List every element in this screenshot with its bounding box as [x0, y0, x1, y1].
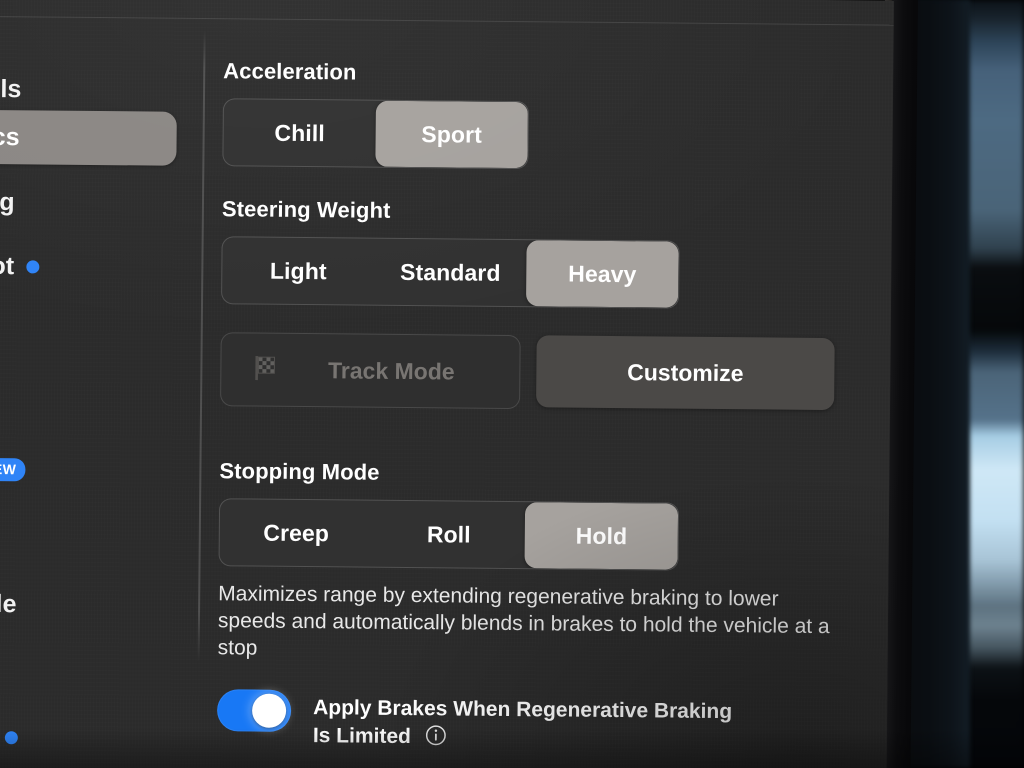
notification-dot-icon [26, 259, 40, 273]
settings-content: Acceleration Chill Sport Steering Weight… [216, 22, 874, 758]
toggle-knob [251, 693, 287, 728]
sidebar-item-label: ule [0, 589, 17, 618]
sidebar-item-label: ng [0, 187, 15, 216]
steering-weight-segmented-control[interactable]: Light Standard Heavy [221, 236, 680, 309]
acceleration-title: Acceleration [223, 58, 357, 85]
sidebar-item-autopilot[interactable]: lot [0, 239, 40, 293]
sidebar-item-label: ols [0, 74, 22, 103]
apply-brakes-label: Apply Brakes When Regenerative Braking I… [312, 696, 733, 749]
sidebar-item-schedule[interactable]: ule [0, 577, 17, 631]
stopping-mode-description: Maximizes range by extending regenerativ… [217, 582, 830, 660]
notification-dot-icon [4, 730, 18, 744]
apply-brakes-label-wrap: Apply Brakes When Regenerative Braking I… [313, 690, 744, 757]
sidebar: ics ols ng lot NEW y ule [0, 20, 192, 768]
apply-brakes-toggle[interactable] [216, 689, 292, 732]
acceleration-option-sport[interactable]: Sport [375, 100, 528, 169]
steering-weight-title: Steering Weight [221, 196, 391, 223]
sidebar-content-divider [197, 30, 206, 663]
stopping-option-hold[interactable]: Hold [524, 502, 679, 570]
steering-option-heavy[interactable]: Heavy [526, 240, 679, 308]
sidebar-item-charging[interactable]: ng [0, 175, 15, 229]
acceleration-segmented-control[interactable]: Chill Sport [222, 98, 529, 170]
stopping-mode-title: Stopping Mode [219, 458, 380, 485]
acceleration-option-chill[interactable]: Chill [223, 99, 376, 166]
sidebar-item-service[interactable]: e [0, 710, 18, 764]
steering-option-light[interactable]: Light [222, 237, 375, 304]
screenshot-root: ics ols ng lot NEW y ule [0, 0, 1024, 768]
track-mode-button[interactable]: Track Mode [220, 332, 521, 410]
customize-button[interactable]: Customize [536, 335, 835, 411]
track-mode-label: Track Mode [327, 356, 455, 384]
track-mode-row: Track Mode Customize [220, 332, 871, 412]
apply-brakes-row: Apply Brakes When Regenerative Braking I… [216, 689, 868, 758]
stopping-mode-segmented-control[interactable]: Creep Roll Hold [218, 498, 680, 571]
sidebar-item-label: lot [0, 251, 15, 280]
new-badge: NEW [0, 457, 26, 481]
sidebar-item-dynamics[interactable]: ics [0, 109, 177, 166]
sidebar-item-controls[interactable]: ols [0, 62, 22, 116]
sidebar-item-label: ics [0, 122, 20, 151]
vehicle-touchscreen-panel: ics ols ng lot NEW y ule [0, 0, 894, 768]
checkered-flag-icon [251, 353, 281, 386]
info-circle-icon[interactable] [425, 724, 447, 754]
steering-option-standard[interactable]: Standard [374, 239, 527, 306]
stopping-option-roll[interactable]: Roll [372, 501, 525, 568]
stopping-option-creep[interactable]: Creep [220, 499, 373, 566]
